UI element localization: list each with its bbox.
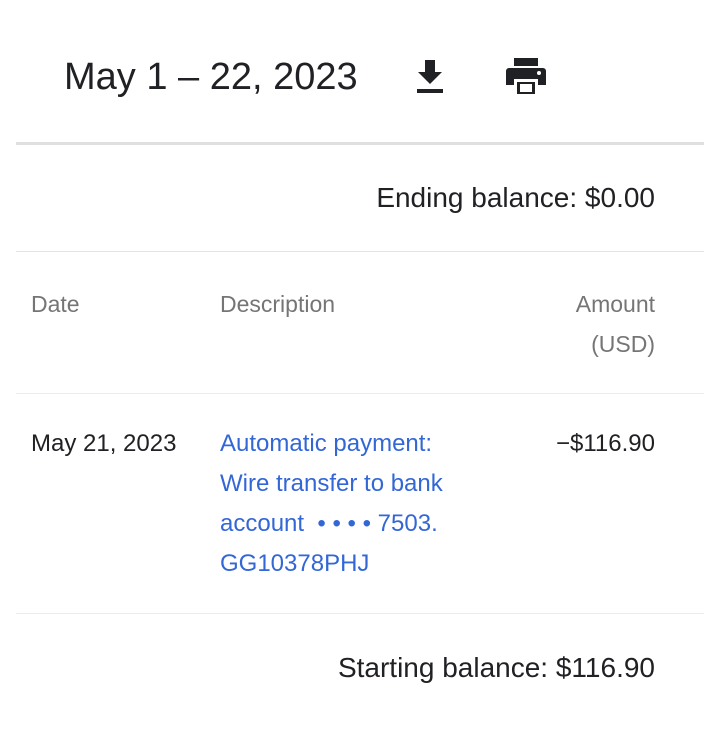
description-line: account • • • • 7503. — [220, 510, 438, 537]
description-line: GG10378PHJ — [220, 550, 370, 577]
divider — [16, 613, 704, 614]
description-line: Automatic payment: — [220, 430, 433, 457]
starting-balance: Starting balance: $116.90 — [337, 652, 655, 683]
download-icon — [417, 60, 443, 93]
print-button[interactable] — [502, 52, 550, 100]
page-title: May 1 – 22, 2023 — [64, 56, 358, 98]
header-divider — [16, 142, 704, 145]
column-header-description: Description — [220, 291, 336, 317]
description-line: Wire transfer to bank — [220, 470, 443, 497]
ending-balance: Ending balance: $0.00 — [376, 182, 655, 213]
transaction-description-link[interactable]: Automatic payment: Wire transfer to bank… — [220, 424, 490, 584]
statement-header: May 1 – 22, 2023 — [0, 0, 720, 143]
divider — [16, 393, 704, 394]
transaction-amount: −$116.90 — [556, 430, 655, 457]
column-header-currency: (USD) — [591, 331, 655, 357]
divider — [16, 251, 704, 252]
download-button[interactable] — [406, 52, 454, 100]
transaction-date: May 21, 2023 — [31, 430, 177, 457]
column-header-date: Date — [31, 291, 80, 317]
column-header-amount-label: Amount — [575, 291, 655, 317]
print-icon — [506, 58, 546, 94]
column-header-amount: Amount (USD) — [576, 284, 655, 364]
